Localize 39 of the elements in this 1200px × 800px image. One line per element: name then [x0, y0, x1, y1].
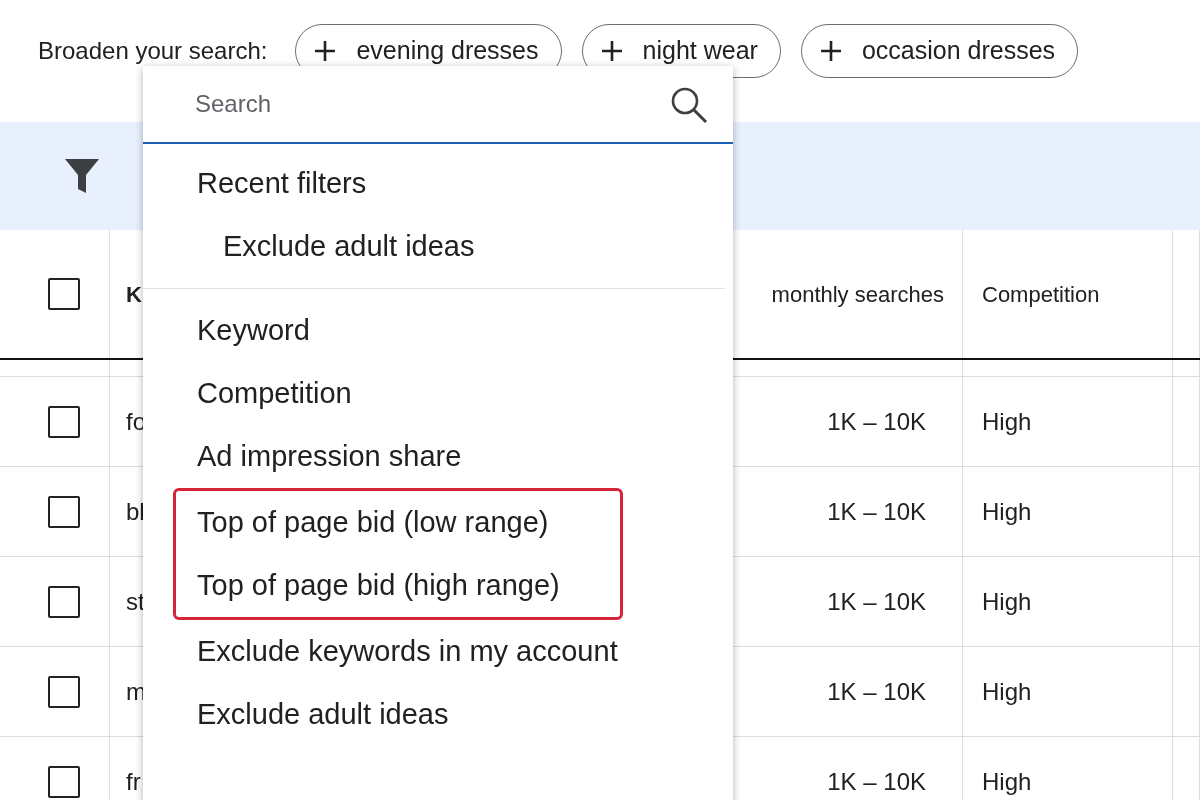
menu-item[interactable]: Keyword	[197, 308, 310, 353]
menu-item[interactable]: Exclude adult ideas	[223, 224, 475, 269]
table-cell-text: High	[982, 676, 1032, 707]
table-cell-text: High	[982, 496, 1032, 527]
checkbox[interactable]	[48, 675, 80, 708]
table-cell-text: High	[982, 406, 1032, 437]
table-cell-text: High	[982, 766, 1032, 797]
section-title: Recent filters	[197, 165, 367, 201]
column-header[interactable]: Competition	[982, 277, 1100, 311]
checkbox[interactable]	[48, 585, 80, 618]
table-cell-text: fr	[126, 766, 141, 797]
column-header[interactable]: monthly searches	[771, 277, 944, 311]
menu-item[interactable]: Ad impression share	[197, 434, 462, 479]
table-cell-text: bl	[126, 496, 145, 527]
menu-item[interactable]: Top of page bid (low range)	[197, 500, 549, 545]
table-cell-text: 1K – 10K	[827, 496, 926, 527]
table-cell-text: 1K – 10K	[827, 676, 926, 707]
table-cell-text: 1K – 10K	[827, 406, 926, 437]
search-icon	[669, 85, 709, 125]
checkbox[interactable]	[48, 405, 80, 438]
search-field[interactable]: Search	[143, 66, 733, 144]
plus-icon	[600, 40, 623, 62]
table-cell-text: 1K – 10K	[827, 766, 926, 797]
suggestion-chip[interactable]: occasion dresses	[800, 24, 1079, 78]
checkbox[interactable]	[48, 495, 80, 528]
table-cell-text: High	[982, 586, 1032, 617]
plus-icon	[314, 40, 337, 62]
menu-item[interactable]: Competition	[197, 371, 352, 416]
table-cell-text: 1K – 10K	[827, 586, 926, 617]
column-header[interactable]: K	[126, 277, 142, 311]
plus-icon	[819, 40, 842, 62]
filter-icon[interactable]	[64, 157, 100, 195]
menu-item[interactable]: Exclude keywords in my account	[197, 629, 618, 674]
broaden-label: Broaden your search:	[38, 36, 268, 66]
table-cell-text: st	[126, 586, 145, 617]
menu-item[interactable]: Top of page bid (high range)	[197, 563, 560, 608]
checkbox[interactable]	[48, 765, 80, 798]
menu-item[interactable]: Exclude adult ideas	[197, 692, 449, 737]
checkbox[interactable]	[48, 278, 80, 310]
